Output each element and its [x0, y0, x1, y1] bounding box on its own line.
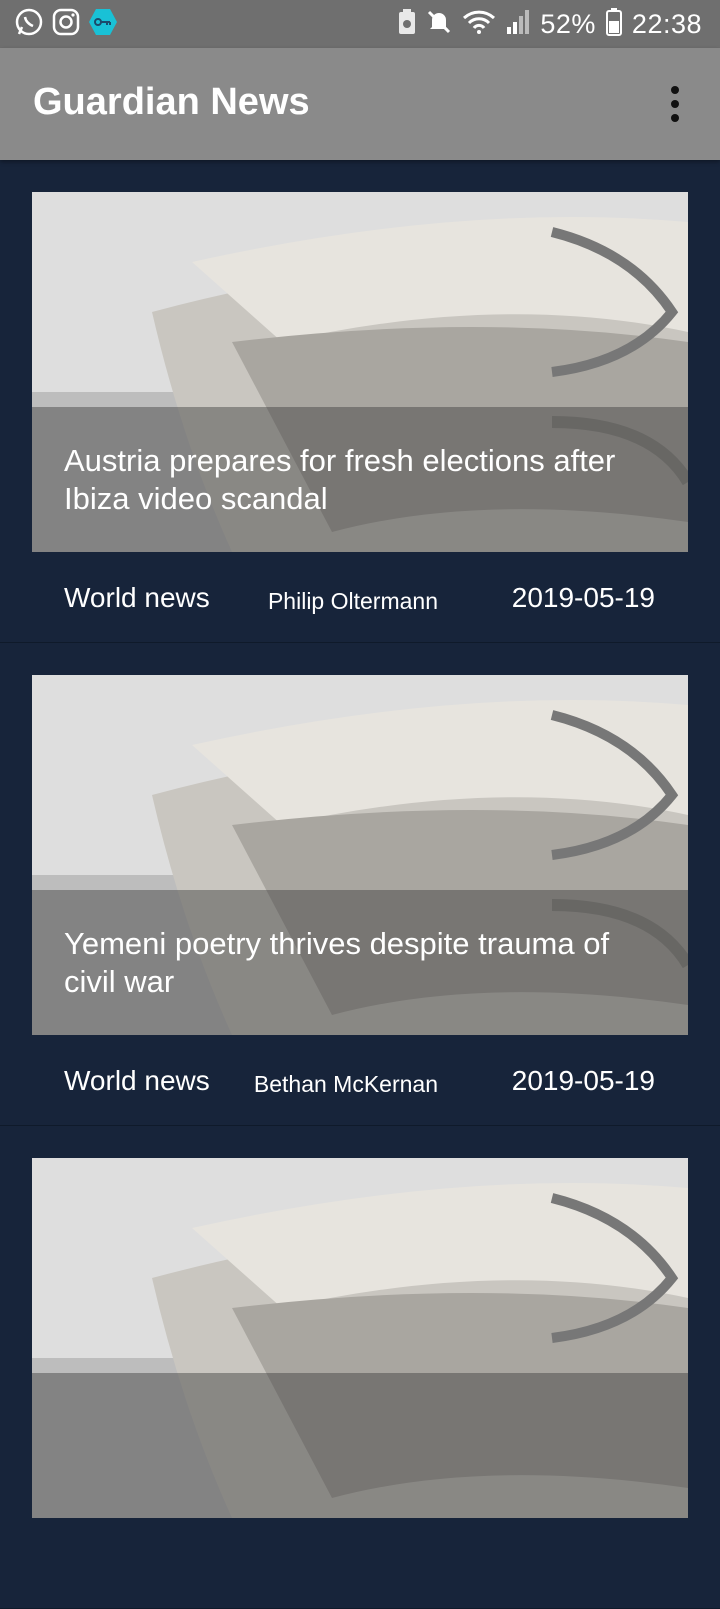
article-card[interactable]	[0, 1126, 720, 1609]
article-meta: World news Bethan McKernan 2019-05-19	[0, 1035, 720, 1125]
wifi-icon	[462, 9, 496, 39]
article-section: World news	[64, 582, 210, 613]
notification-icons	[14, 8, 118, 40]
article-headline[interactable]: Austria prepares for fresh elections aft…	[64, 442, 664, 518]
app-title: Guardian News	[33, 81, 310, 123]
article-date: 2019-05-19	[511, 582, 655, 613]
signal-icon	[506, 9, 530, 39]
vpn-key-icon	[88, 7, 118, 41]
article-headline[interactable]: Yemeni poetry thrives despite trauma of …	[64, 925, 664, 1001]
article-card[interactable]: Yemeni poetry thrives despite trauma of …	[0, 643, 720, 1126]
battery-icon	[605, 8, 622, 40]
instagram-icon	[52, 8, 80, 40]
article-image[interactable]	[32, 1158, 688, 1518]
app-bar: Guardian News	[0, 48, 720, 160]
battery-saver-icon	[398, 9, 416, 39]
article-date: 2019-05-19	[511, 1065, 655, 1096]
article-image[interactable]: Austria prepares for fresh elections aft…	[32, 192, 688, 552]
article-author: Philip Oltermann	[267, 588, 438, 614]
article-author: Bethan McKernan	[253, 1071, 438, 1097]
article-meta	[0, 1518, 720, 1608]
battery-percent: 52%	[540, 8, 596, 39]
system-status: 52% 22:38	[398, 6, 702, 42]
article-list[interactable]: Austria prepares for fresh elections aft…	[0, 160, 720, 1609]
article-card[interactable]: Austria prepares for fresh elections aft…	[0, 160, 720, 643]
article-section: World news	[64, 1065, 210, 1096]
overflow-menu-icon[interactable]	[660, 86, 690, 122]
whatsapp-icon	[14, 7, 44, 41]
clock: 22:38	[631, 8, 702, 39]
article-meta: World news Philip Oltermann 2019-05-19	[0, 552, 720, 642]
mute-icon	[426, 9, 452, 39]
headline-overlay	[32, 1373, 688, 1518]
article-image[interactable]: Yemeni poetry thrives despite trauma of …	[32, 675, 688, 1035]
status-bar: 52% 22:38	[0, 0, 720, 48]
